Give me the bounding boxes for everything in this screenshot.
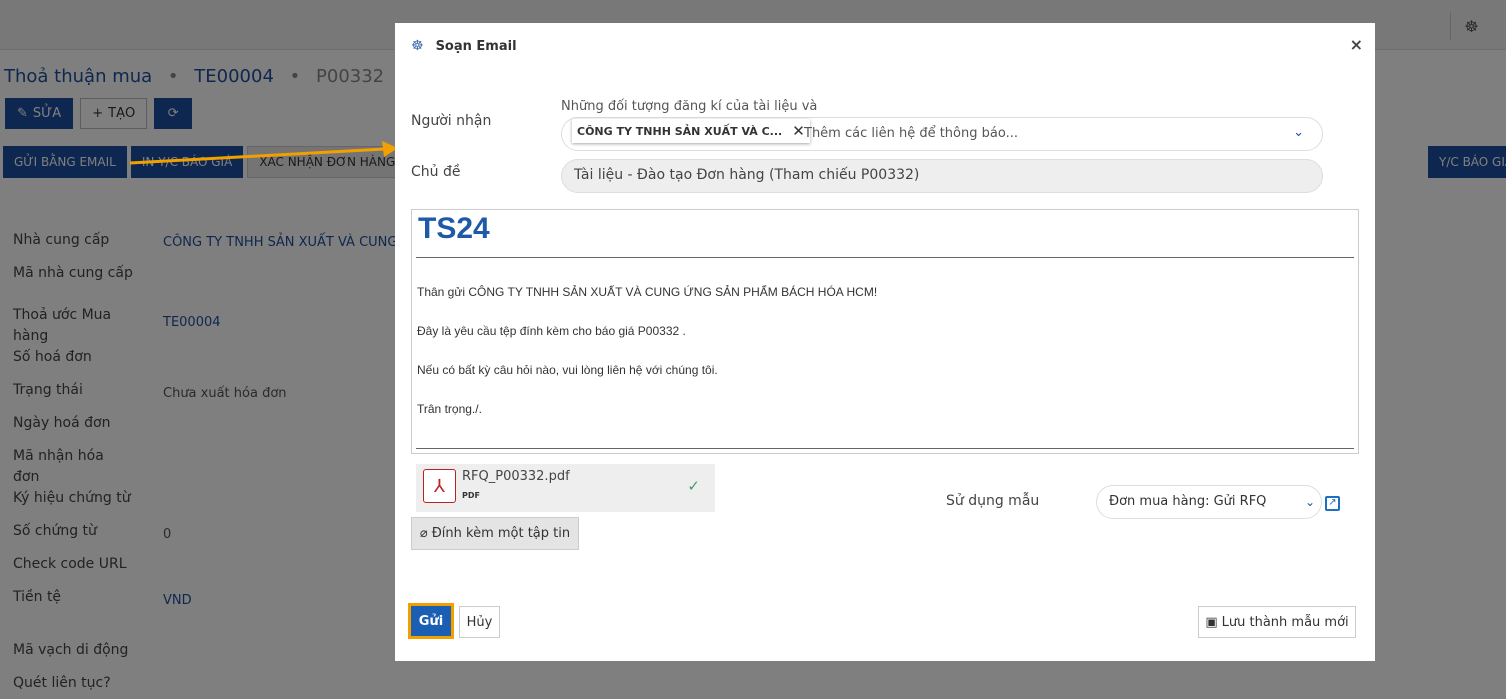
- company-logo: TS24: [418, 212, 490, 245]
- recipients-input[interactable]: CÔNG TY TNHH SẢN XUẤT VÀ C... ✕ Thêm các…: [561, 117, 1323, 151]
- attachment-type: PDF: [462, 491, 480, 500]
- body-regards: Trân trọng./.: [417, 402, 482, 416]
- body-request: Đây là yêu cầu tệp đính kèm cho báo giá …: [417, 324, 686, 338]
- body-greeting: Thân gửi CÔNG TY TNHH SẢN XUẤT VÀ CUNG Ứ…: [417, 285, 878, 299]
- external-link-icon[interactable]: ↗: [1325, 496, 1340, 511]
- subject-input[interactable]: Tài liệu - Đào tạo Đơn hàng (Tham chiếu …: [561, 159, 1323, 193]
- subject-label: Chủ đề: [411, 164, 461, 180]
- dialog-title-text: Soạn Email: [435, 38, 517, 54]
- attachment-item[interactable]: ⅄ RFQ_P00332.pdf PDF ✓: [416, 464, 715, 512]
- pdf-icon: ⅄: [423, 469, 456, 503]
- template-value: Đơn mua hàng: Gửi RFQ: [1109, 494, 1267, 509]
- compose-email-dialog: ☸ Soạn Email × Người nhận Những đối tượn…: [395, 23, 1375, 661]
- attach-file-label: Đính kèm một tập tin: [431, 526, 571, 541]
- check-icon: ✓: [687, 477, 700, 495]
- email-body-editor[interactable]: TS24 Thân gửi CÔNG TY TNHH SẢN XUẤT VÀ C…: [411, 209, 1359, 454]
- save-icon: ▣: [1205, 614, 1218, 630]
- divider: [416, 448, 1354, 449]
- save-template-button[interactable]: ▣ Lưu thành mẫu mới: [1198, 606, 1356, 638]
- send-button[interactable]: Gửi: [408, 603, 454, 639]
- attach-file-button[interactable]: ⌀ Đính kèm một tập tin: [411, 517, 579, 550]
- save-template-label: Lưu thành mẫu mới: [1221, 614, 1349, 630]
- recipient-tag: CÔNG TY TNHH SẢN XUẤT VÀ C... ✕: [572, 119, 810, 143]
- close-icon[interactable]: ×: [1350, 35, 1363, 54]
- divider: [416, 257, 1354, 258]
- recipients-hint: Những đối tượng đăng kí của tài liệu và: [561, 99, 818, 114]
- recipients-placeholder[interactable]: Thêm các liên hệ để thông báo...: [804, 126, 1018, 141]
- remove-recipient-icon[interactable]: ✕: [792, 122, 805, 140]
- cancel-button[interactable]: Hủy: [459, 606, 500, 638]
- dialog-title: ☸ Soạn Email: [411, 38, 517, 54]
- attachment-name: RFQ_P00332.pdf: [462, 469, 570, 484]
- template-select[interactable]: Đơn mua hàng: Gửi RFQ ⌄: [1096, 485, 1322, 519]
- bug-icon: ☸: [411, 38, 424, 54]
- recipient-tag-label: CÔNG TY TNHH SẢN XUẤT VÀ C...: [577, 124, 783, 138]
- body-contact: Nếu có bất kỳ câu hỏi nào, vui lòng liên…: [417, 363, 718, 377]
- chevron-down-icon[interactable]: ⌄: [1293, 125, 1304, 140]
- chevron-down-icon: ⌄: [1304, 495, 1315, 509]
- paperclip-icon: ⌀: [419, 526, 428, 541]
- template-label: Sử dụng mẫu: [946, 493, 1040, 509]
- recipients-label: Người nhận: [411, 113, 492, 129]
